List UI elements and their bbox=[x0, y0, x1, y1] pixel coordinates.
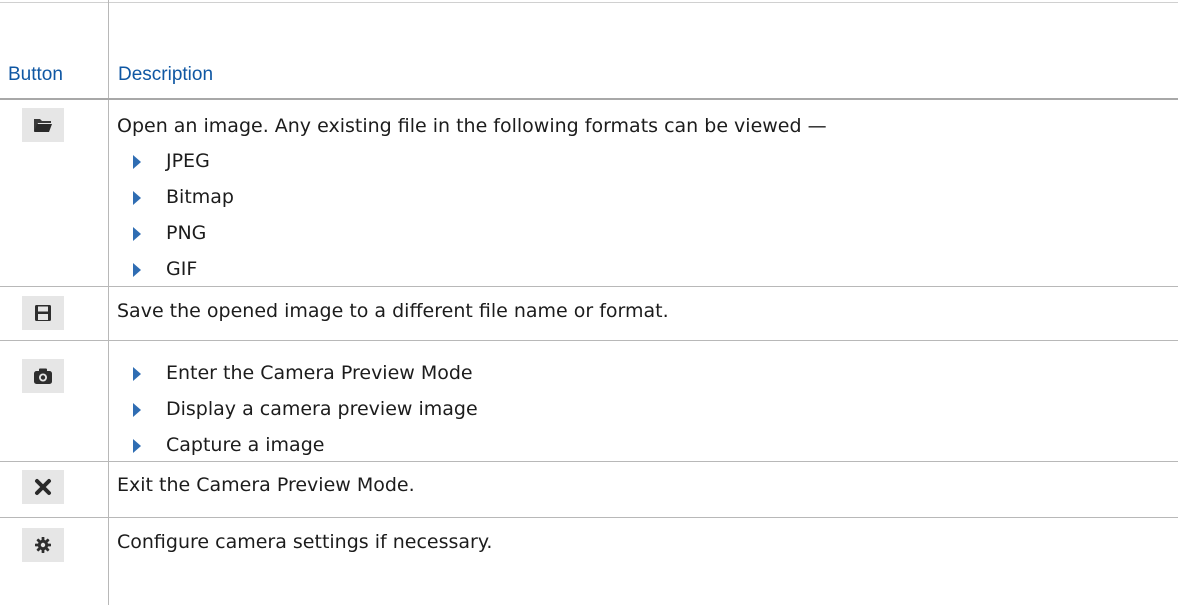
bullet-icon bbox=[133, 155, 141, 169]
table-top-border bbox=[0, 2, 1178, 3]
list-item: Display a camera preview image bbox=[166, 398, 478, 420]
exit-preview-button[interactable] bbox=[22, 470, 64, 504]
row-save-text: Save the opened image to a different fil… bbox=[117, 300, 669, 322]
list-item: Capture a image bbox=[166, 434, 325, 456]
bullet-icon bbox=[133, 263, 141, 277]
save-image-button[interactable] bbox=[22, 296, 64, 330]
row-divider bbox=[0, 517, 1178, 518]
list-item: Bitmap bbox=[166, 186, 234, 208]
floppy-disk-icon bbox=[35, 305, 51, 321]
camera-icon bbox=[34, 368, 52, 384]
bullet-icon bbox=[133, 191, 141, 205]
row-divider bbox=[0, 461, 1178, 462]
row-divider bbox=[0, 340, 1178, 341]
row-settings-text: Configure camera settings if necessary. bbox=[117, 531, 493, 553]
button-description-table: Button Description Open an image. Any ex… bbox=[0, 0, 1178, 605]
list-item: GIF bbox=[166, 258, 198, 280]
row-divider bbox=[0, 286, 1178, 287]
list-item: JPEG bbox=[166, 150, 210, 172]
camera-preview-button[interactable] bbox=[22, 359, 64, 393]
list-item: PNG bbox=[166, 222, 207, 244]
bullet-icon bbox=[133, 439, 141, 453]
header-description: Description bbox=[118, 64, 214, 85]
header-button: Button bbox=[8, 64, 63, 85]
bullet-icon bbox=[133, 227, 141, 241]
close-x-icon bbox=[35, 479, 51, 495]
row-open-text: Open an image. Any existing file in the … bbox=[117, 115, 827, 137]
camera-settings-button[interactable] bbox=[22, 528, 64, 562]
list-item: Enter the Camera Preview Mode bbox=[166, 362, 473, 384]
folder-open-icon bbox=[34, 119, 52, 132]
header-divider bbox=[0, 98, 1178, 100]
gear-icon bbox=[35, 537, 51, 553]
bullet-icon bbox=[133, 367, 141, 381]
open-image-button[interactable] bbox=[22, 108, 64, 142]
column-divider bbox=[108, 0, 109, 605]
bullet-icon bbox=[133, 403, 141, 417]
row-exit-text: Exit the Camera Preview Mode. bbox=[117, 474, 415, 496]
